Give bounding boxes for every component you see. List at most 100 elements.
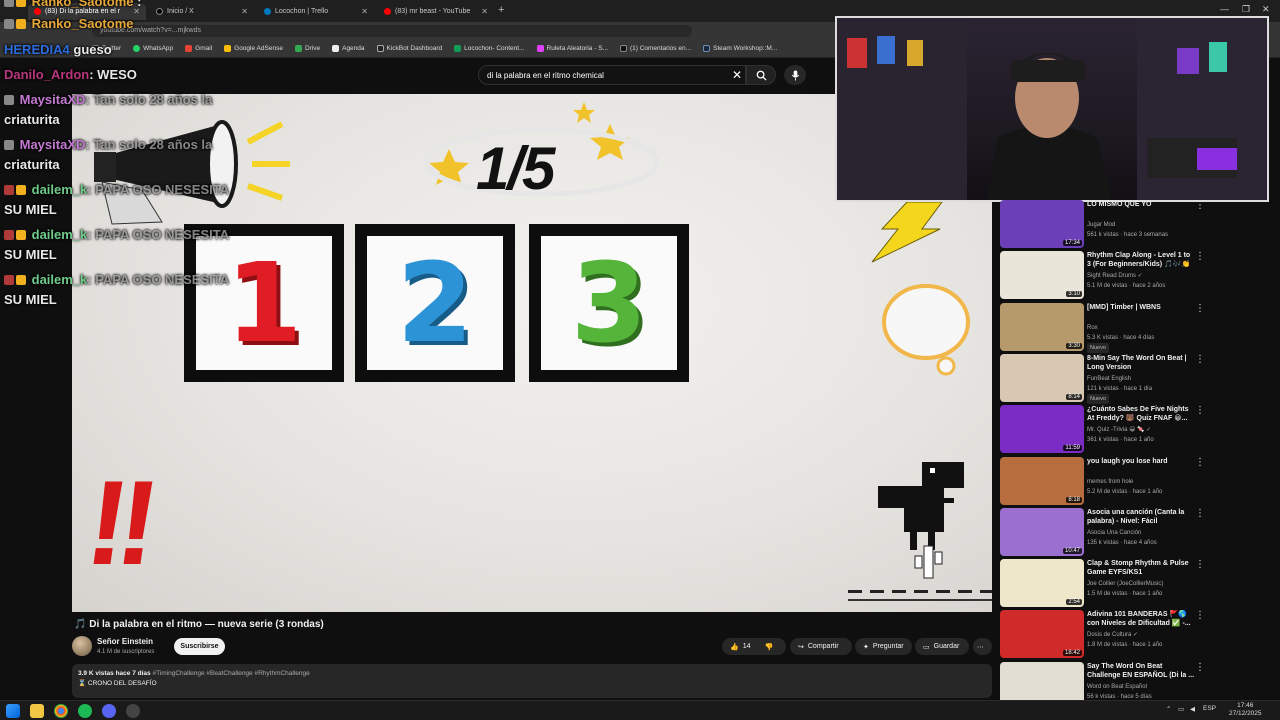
recommended-channel[interactable]: memes from hole: [1087, 477, 1197, 487]
recommended-channel[interactable]: Joe Collier (JoeCollierMusic): [1087, 579, 1197, 589]
bookmark-kickbot[interactable]: KickBot Dashboard: [376, 45, 442, 52]
recommended-channel[interactable]: Rox: [1087, 323, 1197, 333]
start-icon[interactable]: [6, 704, 20, 718]
like-icon[interactable]: 👍: [730, 643, 739, 651]
more-options-icon[interactable]: ⋮: [1195, 200, 1205, 211]
recommended-title[interactable]: Adivina 101 BANDERAS 🚩🌎 con Niveles de D…: [1087, 610, 1195, 628]
video-thumbnail[interactable]: 8:14: [1000, 353, 1084, 402]
volume-icon[interactable]: ◀: [1190, 705, 1195, 713]
new-tab-button[interactable]: +: [498, 4, 504, 16]
minimize-icon[interactable]: —: [1220, 4, 1229, 14]
recommended-video[interactable]: 10:47 Asocia una canción (Canta la palabr…: [998, 507, 1280, 556]
recommended-video[interactable]: 3:30 [MMD] Timber | WBNS Rox 5.3 K vistas ·…: [998, 302, 1280, 353]
recommended-video[interactable]: 3:10 Rhythm Clap Along - Level 1 to 3 (Fo…: [998, 251, 1280, 300]
recommended-channel[interactable]: Asocia Una Canción: [1087, 528, 1197, 538]
bookmark-agenda[interactable]: Agenda: [332, 45, 365, 52]
save-button[interactable]: ▭ Guardar: [915, 638, 969, 655]
recommended-title[interactable]: Rhythm Clap Along - Level 1 to 3 (For Be…: [1087, 251, 1195, 269]
clock[interactable]: 17:46 27/12/2025: [1229, 702, 1262, 718]
recommended-video[interactable]: 2:54 Clap & Stomp Rhythm & Pulse Game EYF…: [998, 559, 1280, 608]
recommended-meta: Mr. Quiz -Trivia 😀 🍬 ✓ 361 k vistas · hac…: [1087, 425, 1197, 445]
more-options-icon[interactable]: ⋮: [1195, 662, 1205, 673]
close-window-icon[interactable]: ✕: [1262, 4, 1270, 15]
video-thumbnail[interactable]: 11:59: [1000, 405, 1084, 454]
tab-mrbeast[interactable]: (83) mr beast - YouTube ✕: [378, 3, 494, 20]
recommended-channel[interactable]: Word on Beat Español: [1087, 682, 1197, 692]
discord-icon[interactable]: [102, 704, 116, 718]
recommended-title[interactable]: you laugh you lose hard: [1087, 457, 1195, 466]
ask-button[interactable]: ✦ Preguntar: [855, 638, 912, 655]
video-thumbnail[interactable]: 2:54: [1000, 559, 1084, 608]
recommended-channel[interactable]: Jugar Mod: [1087, 220, 1197, 230]
video-thumbnail[interactable]: 8:18: [1000, 456, 1084, 505]
video-thumbnail[interactable]: 17:34: [1000, 200, 1084, 248]
hashtags[interactable]: #TimingChallenge #BeatChallenge #RhythmC…: [152, 670, 309, 677]
bookmark-steam[interactable]: Steam Workshop::M...: [703, 45, 777, 52]
bookmark-adsense[interactable]: Google AdSense: [224, 45, 283, 52]
search-input[interactable]: di la palabra en el ritmo chemical: [478, 65, 746, 85]
recommended-title[interactable]: 8-Min Say The Word On Beat | Long Versio…: [1087, 354, 1195, 372]
recommended-channel[interactable]: Dosis de Cultura ✓: [1087, 630, 1197, 640]
more-options-icon[interactable]: ⋮: [1195, 457, 1205, 468]
more-options-icon[interactable]: ⋮: [1195, 251, 1205, 262]
close-tab-icon[interactable]: ✕: [481, 7, 488, 16]
network-icon[interactable]: ▭: [1178, 705, 1184, 713]
more-options-icon[interactable]: ⋮: [1195, 354, 1205, 365]
spotify-icon[interactable]: [78, 704, 92, 718]
video-thumbnail[interactable]: 10:47: [1000, 507, 1084, 556]
subscribe-button[interactable]: Suscribirse: [174, 638, 225, 655]
bookmark-ruleta[interactable]: Ruleta Aleatoria - S...: [536, 45, 608, 52]
recommended-title[interactable]: LO MISMO QUE YO: [1087, 200, 1195, 209]
close-tab-icon[interactable]: ✕: [241, 7, 248, 16]
recommended-video[interactable]: 11:59 ¿Cuánto Sabes De Five Nights At Fre…: [998, 405, 1280, 454]
more-options-icon[interactable]: ⋮: [1195, 303, 1205, 314]
bookmark-comentarios[interactable]: (1) Comentarios en...: [619, 45, 691, 52]
recommended-title[interactable]: [MMD] Timber | WBNS: [1087, 303, 1195, 312]
recommended-title[interactable]: Say The Word On Beat Challenge EN ESPAÑO…: [1087, 662, 1195, 680]
tab-trello[interactable]: Locochon | Trello ✕: [258, 3, 374, 20]
obs-icon[interactable]: [126, 704, 140, 718]
recommended-channel[interactable]: FunBeat English: [1087, 374, 1197, 384]
recommended-title[interactable]: ¿Cuánto Sabes De Five Nights At Freddy? …: [1087, 405, 1195, 423]
recommended-title[interactable]: Clap & Stomp Rhythm & Pulse Game EYFS/KS…: [1087, 559, 1195, 577]
video-thumbnail[interactable]: 3:30: [1000, 302, 1084, 351]
bookmark-locochon[interactable]: Locochon- Content...: [454, 45, 525, 52]
bookmark-whatsapp[interactable]: WhatsApp: [133, 45, 173, 52]
bookmark-gmail[interactable]: Gmail: [185, 45, 212, 52]
vip-badge-icon: [4, 230, 14, 240]
description-box[interactable]: 3.9 K vistas hace 7 días #TimingChalleng…: [72, 664, 992, 698]
search-button[interactable]: [746, 65, 776, 85]
voice-search-button[interactable]: [784, 65, 806, 85]
dislike-icon[interactable]: 👎: [765, 643, 774, 651]
video-thumbnail[interactable]: 3:10: [1000, 251, 1084, 300]
tab-x[interactable]: Inicio / X ✕: [150, 3, 254, 20]
language-indicator[interactable]: ESP: [1203, 705, 1216, 712]
recommended-channel[interactable]: Mr. Quiz -Trivia 😀 🍬 ✓: [1087, 425, 1197, 435]
maximize-icon[interactable]: ❐: [1242, 4, 1250, 15]
more-actions-button[interactable]: ⋯: [973, 638, 992, 655]
close-tab-icon[interactable]: ✕: [361, 7, 368, 16]
channel-name[interactable]: Señor Einstein: [97, 637, 153, 646]
chat-text: criaturita: [4, 157, 60, 172]
channel-avatar[interactable]: [72, 636, 92, 656]
recommended-channel[interactable]: Sight Read Drums ✓: [1087, 271, 1197, 281]
more-options-icon[interactable]: ⋮: [1195, 610, 1205, 621]
clear-search-icon[interactable]: ✕: [732, 68, 742, 82]
chat-user: MaysitaXD: [19, 137, 86, 152]
recommended-title[interactable]: Asocia una canción (Canta la palabra) - …: [1087, 508, 1195, 526]
bookmark-drive[interactable]: Drive: [294, 45, 320, 52]
share-button[interactable]: ↪ Compartir: [790, 638, 852, 655]
recommended-video[interactable]: 17:34 LO MISMO QUE YO Jugar Mod 561 k vista…: [998, 200, 1280, 248]
recommended-video[interactable]: 8:14 8-Min Say The Word On Beat | Long Ve…: [998, 353, 1280, 404]
recommended-video[interactable]: 8:18 you laugh you lose hard memes from ho…: [998, 456, 1280, 505]
more-options-icon[interactable]: ⋮: [1195, 405, 1205, 416]
video-thumbnail[interactable]: 18:42: [1000, 610, 1084, 659]
recommended-video[interactable]: 18:42 Adivina 101 BANDERAS 🚩🌎 con Niveles…: [998, 610, 1280, 659]
more-options-icon[interactable]: ⋮: [1195, 559, 1205, 570]
tray-chevron-icon[interactable]: ⌃: [1166, 705, 1171, 713]
chrome-icon[interactable]: [54, 704, 68, 718]
file-explorer-icon[interactable]: [30, 704, 44, 718]
address-bar[interactable]: youtube.com/watch?v=...mjkwds: [92, 25, 692, 37]
more-options-icon[interactable]: ⋮: [1195, 508, 1205, 519]
sparkle-icon: ✦: [863, 643, 869, 651]
